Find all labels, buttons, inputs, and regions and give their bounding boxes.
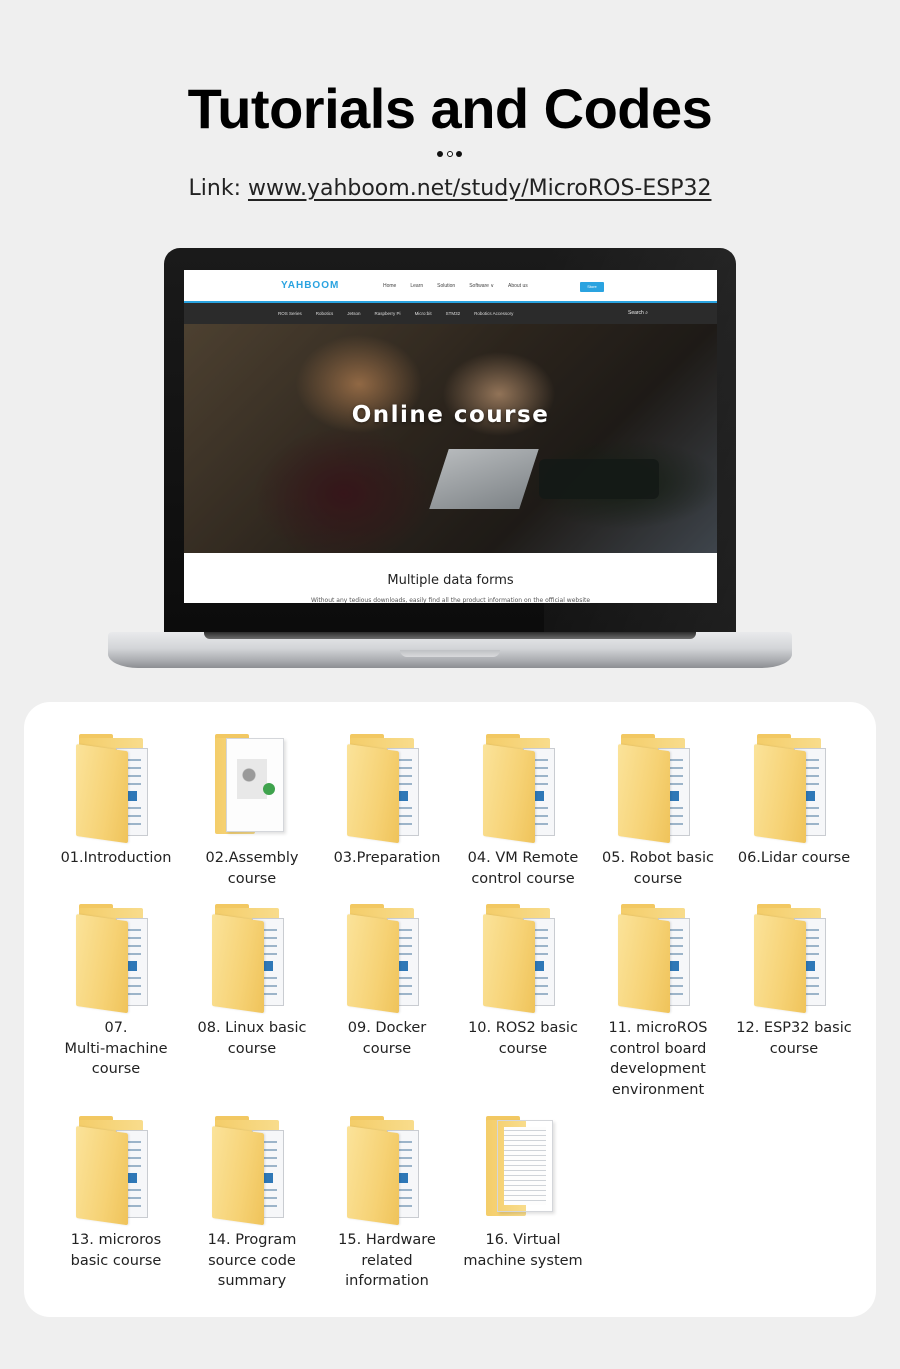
hero-photo-laptop <box>429 449 539 509</box>
folder-item[interactable]: 13. microros basic course <box>51 1116 181 1271</box>
folder-label: 07. Multi-machine course <box>64 1020 168 1077</box>
folder-item[interactable]: 06.Lidar course <box>729 734 859 869</box>
nav-software[interactable]: Software ∨ <box>469 283 494 289</box>
folder-item[interactable]: 04. VM Remote control course <box>458 734 588 889</box>
hero-title: Online course <box>351 402 550 428</box>
site-header: YAHBOOM Home Learn Solution Software ∨ A… <box>184 270 717 303</box>
dot <box>437 151 443 157</box>
section-title: Multiple data forms <box>387 573 514 588</box>
folder-item[interactable]: 12. ESP32 basic course <box>729 904 859 1059</box>
subnav-ros-series[interactable]: ROS Series <box>278 311 302 316</box>
folder-label: 08. Linux basic course <box>197 1020 307 1057</box>
folder-icon <box>483 734 563 844</box>
folder-icon <box>754 904 834 1014</box>
nav-learn[interactable]: Learn <box>410 283 423 289</box>
tutorial-link[interactable]: www.yahboom.net/study/MicroROS-ESP32 <box>248 176 712 201</box>
document-icon <box>483 1116 563 1220</box>
folder-icon <box>347 734 427 844</box>
folder-label: 01.Introduction <box>60 850 172 866</box>
subnav-robotics[interactable]: Robotics <box>316 311 334 316</box>
folder-icon <box>212 1116 292 1226</box>
nav-solution[interactable]: Solution <box>437 283 455 289</box>
folder-icon <box>618 734 698 844</box>
subnav-jetson[interactable]: Jetson <box>347 311 360 316</box>
hero-photo-robot <box>539 459 659 499</box>
folder-label: 03.Preparation <box>333 850 441 866</box>
nav-about[interactable]: About us <box>508 283 528 289</box>
folder-label: 11. microROS control board development e… <box>608 1020 708 1098</box>
folder-icon <box>483 904 563 1014</box>
folder-item[interactable]: 15. Hardware related information <box>322 1116 452 1292</box>
folder-icon <box>347 904 427 1014</box>
folder-label: 04. VM Remote control course <box>467 850 579 887</box>
folder-panel: 01.Introduction 02.Assembly course 03.Prep… <box>24 702 876 1317</box>
folder-item[interactable]: 10. ROS2 basic course <box>458 904 588 1059</box>
laptop-screen: YAHBOOM Home Learn Solution Software ∨ A… <box>184 270 717 603</box>
folder-label: 02.Assembly course <box>205 850 299 887</box>
folder-item[interactable]: 02.Assembly course <box>187 734 317 889</box>
subnav-robotics-accessory[interactable]: Robotics Accessory <box>474 311 513 316</box>
folder-icon <box>76 904 156 1014</box>
subnav-stm32[interactable]: STM32 <box>446 311 461 316</box>
hero-banner: Online course <box>184 324 717 553</box>
folder-label: 16. Virtual machine system <box>463 1232 583 1269</box>
folder-label: 14. Program source code summary <box>207 1232 297 1289</box>
folder-icon <box>76 734 156 844</box>
folder-item[interactable]: 11. microROS control board development e… <box>593 904 723 1100</box>
page-title: Tutorials and Codes <box>187 77 713 140</box>
site-subnav: ROS Series Robotics Jetson Raspberry Pi … <box>184 303 717 324</box>
folder-icon <box>754 734 834 844</box>
folder-label: 13. microros basic course <box>70 1232 162 1269</box>
folder-item[interactable]: 08. Linux basic course <box>187 904 317 1059</box>
folder-item[interactable]: 01.Introduction <box>51 734 181 869</box>
section-subtitle: Without any tedious downloads, easily fi… <box>310 597 591 603</box>
folder-item[interactable]: 16. Virtual machine system <box>458 1116 588 1271</box>
subnav-microbit[interactable]: Micro:bit <box>415 311 432 316</box>
store-button[interactable]: Store <box>580 282 604 292</box>
folder-label: 10. ROS2 basic course <box>468 1020 578 1057</box>
laptop-hinge <box>204 632 696 639</box>
folder-icon <box>347 1116 427 1226</box>
folder-label: 05. Robot basic course <box>602 850 714 887</box>
site-logo[interactable]: YAHBOOM <box>281 280 339 291</box>
decorative-dots <box>437 150 463 158</box>
laptop-base <box>108 632 792 668</box>
folder-icon <box>212 904 292 1014</box>
site-search[interactable]: Search ⌕ <box>628 310 648 316</box>
folder-icon <box>76 1116 156 1226</box>
folder-icon <box>618 904 698 1014</box>
nav-home[interactable]: Home <box>383 283 396 289</box>
document-icon <box>212 734 292 838</box>
link-line: Link: www.yahboom.net/study/MicroROS-ESP… <box>0 176 900 201</box>
folder-item[interactable]: 03.Preparation <box>322 734 452 869</box>
link-prefix: Link: <box>188 176 241 201</box>
site-nav: Home Learn Solution Software ∨ About us <box>383 283 528 289</box>
folder-item[interactable]: 09. Docker course <box>322 904 452 1059</box>
folder-label: 15. Hardware related information <box>338 1232 436 1289</box>
subnav-raspberry-pi[interactable]: Raspberry Pi <box>375 311 401 316</box>
folder-item[interactable]: 07. Multi-machine course <box>51 904 181 1080</box>
dot <box>447 151 453 157</box>
dot <box>456 151 462 157</box>
folder-label: 06.Lidar course <box>737 850 851 866</box>
folder-item[interactable]: 14. Program source code summary <box>187 1116 317 1292</box>
laptop-notch <box>400 650 500 657</box>
folder-label: 09. Docker course <box>347 1020 427 1057</box>
folder-label: 12. ESP32 basic course <box>736 1020 852 1057</box>
folder-item[interactable]: 05. Robot basic course <box>593 734 723 889</box>
